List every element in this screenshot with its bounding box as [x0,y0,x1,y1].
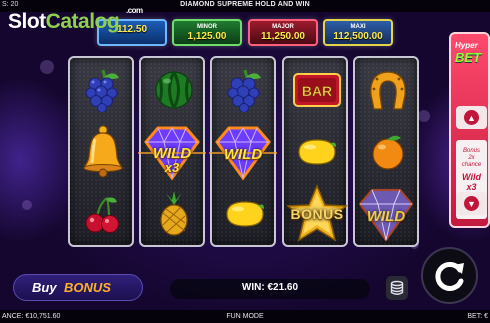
hyper-bet-card-wild: Wild [462,172,481,182]
jackpot-minor: MINOR 1,125.00 [172,19,242,46]
wild-label: WILD [366,208,406,225]
bokeh-light [40,60,54,74]
reel-4: BAR BONUS [282,56,348,247]
game-mode: FUN MODE [226,313,264,320]
jackpot-minor-value: 1,125.00 [187,31,227,42]
hyper-bet-title: Hyper [455,41,478,50]
bell-icon [70,122,136,182]
arrow-down-icon: ▼ [464,196,479,211]
bonus-star-icon: BONUS [284,184,350,244]
watermark-part1: Slot [8,10,46,33]
arrow-up-icon: ▲ [464,110,479,125]
coin-stack-icon [390,280,404,295]
buy-bonus-label1: Buy [32,280,57,295]
watermark-suffix: .com [126,6,143,15]
pineapple-icon [141,184,207,244]
cherries-icon [70,184,136,244]
wild-symbol: WILD [207,124,279,182]
bar-icon: BAR [284,60,350,120]
bonus-symbol-text: BONUS [290,206,344,222]
hyper-bet-down-button[interactable]: ▼ [456,192,487,215]
wild-label: WILD [223,146,263,163]
buy-bonus-button[interactable]: Buy BONUS [13,274,143,301]
hyper-bet-panel: Hyper BET ▲ Bonus 2x chance Wild x3 ▼ [449,32,490,228]
bet-display: BET: € [467,313,488,320]
grapes-icon [212,60,278,120]
win-amount: WIN: €21.60 [241,282,299,293]
wild-symbol: WILD [350,186,422,244]
jackpot-major: MAJOR 11,250.00 [248,19,318,46]
jackpot-maxi-value: 112,500.00 [333,31,383,42]
watermelon-icon [141,60,207,120]
bottom-info-bar: ANCE: €10,751.60 FUN MODE BET: € [0,310,490,323]
hyper-bet-subtitle: BET [455,50,481,65]
spin-arrow-icon [434,261,464,291]
lemon-icon [212,184,278,244]
bokeh-light [22,200,32,210]
jackpot-maxi: MAXI 112,500.00 [323,19,393,46]
hyper-bet-card-line1: Bonus [462,148,480,154]
buy-bonus-label2: BONUS [64,280,111,295]
bet-settings-button[interactable] [386,276,408,300]
watermark-part2: Catalog [45,10,120,33]
horseshoe-icon [355,60,421,120]
hyper-bet-card-line3: chance [461,162,482,168]
hyper-bet-card-line2: 2x [468,155,475,161]
hyper-bet-up-button[interactable]: ▲ [456,106,487,129]
jackpot-major-label: MAJOR [272,24,294,30]
grapes-icon [70,60,136,120]
orange-icon [355,122,421,182]
game-title: DIAMOND SUPREME HOLD AND WIN [180,1,310,8]
lemon-icon [284,122,350,182]
spin-button[interactable] [421,247,478,304]
bar-symbol-text: BAR [302,83,332,99]
hyper-bet-card-mult: x3 [466,182,477,192]
jackpot-major-value: 11,250.00 [261,31,305,42]
site-watermark: SlotCatalog .com [8,6,143,34]
win-display: WIN: €21.60 [170,279,370,299]
reel-1 [68,56,134,247]
jackpot-minor-label: MINOR [197,24,217,30]
wild-x3-symbol: WILD x3 [136,124,208,182]
multiplier-label: x3 [164,160,180,175]
jackpot-maxi-label: MAXI [350,24,366,30]
